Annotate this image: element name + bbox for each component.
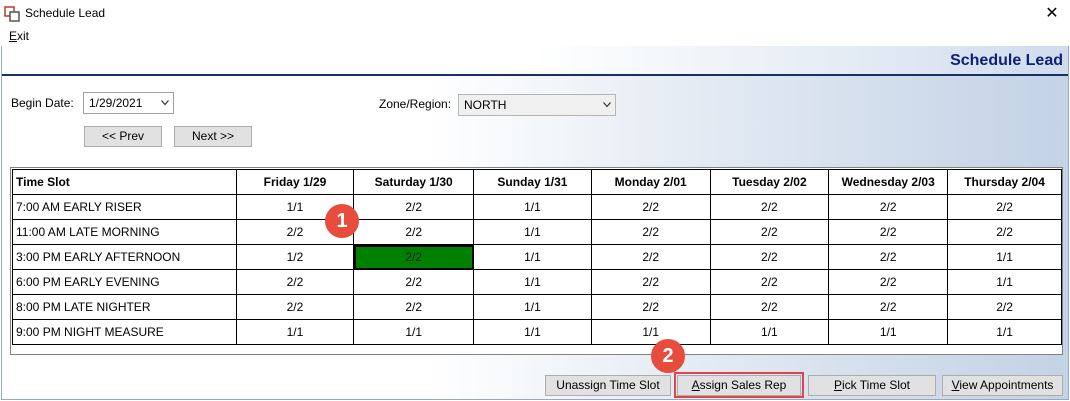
menu-exit[interactable]: Exit [9, 29, 29, 43]
chevron-down-icon [603, 102, 611, 108]
unassign-time-slot-button[interactable]: Unassign Time Slot [545, 375, 671, 396]
chevron-down-icon [161, 100, 169, 106]
selected-availability-cell[interactable]: 2/2 [353, 244, 475, 270]
column-header-day: Tuesday 2/02 [709, 169, 830, 195]
window-title: Schedule Lead [25, 6, 106, 20]
title-bar: Schedule Lead ✕ [0, 0, 1070, 28]
availability-cell[interactable]: 1/1 [590, 319, 711, 345]
availability-cell[interactable]: 1/1 [947, 319, 1062, 345]
time-slot-label: 6:00 PM EARLY EVENING [12, 269, 237, 295]
availability-cell[interactable]: 2/2 [590, 244, 711, 270]
view-appointments-button[interactable]: View Appointments [942, 375, 1063, 396]
availability-cell[interactable]: 2/2 [828, 244, 949, 270]
begin-date-value: 1/29/2021 [89, 96, 143, 110]
table-row[interactable]: 7:00 AM EARLY RISER 1/1 2/2 1/1 2/2 2/2 2/2 2/2 [12, 194, 1062, 220]
table-row[interactable]: 3:00 PM EARLY AFTERNOON 1/2 2/2 1/1 2/2 2/2 2/… [12, 244, 1062, 270]
availability-cell[interactable]: 2/2 [709, 194, 830, 220]
next-button[interactable]: Next >> [174, 126, 252, 147]
availability-cell[interactable]: 2/2 [947, 219, 1062, 245]
availability-cell[interactable]: 2/2 [235, 294, 355, 320]
availability-cell[interactable]: 1/1 [473, 244, 592, 270]
availability-cell[interactable]: 1/1 [473, 194, 592, 220]
zone-region-select[interactable]: NORTH [458, 94, 616, 116]
time-slot-label: 3:00 PM EARLY AFTERNOON [12, 244, 237, 270]
column-header-time-slot: Time Slot [12, 169, 237, 195]
availability-cell[interactable]: 1/1 [709, 319, 830, 345]
table-row[interactable]: 9:00 PM NIGHT MEASURE 1/1 1/1 1/1 1/1 1/1 1/1 1… [12, 319, 1062, 345]
availability-cell[interactable]: 1/1 [353, 319, 475, 345]
header-band: Schedule Lead [2, 46, 1068, 76]
column-header-day: Saturday 1/30 [353, 169, 475, 195]
column-header-day: Monday 2/01 [590, 169, 711, 195]
app-window-icon [4, 6, 20, 22]
availability-cell[interactable]: 2/2 [590, 194, 711, 220]
zone-region-value: NORTH [464, 98, 507, 112]
availability-cell[interactable]: 2/2 [828, 219, 949, 245]
availability-cell[interactable]: 2/2 [353, 269, 475, 295]
column-header-day: Friday 1/29 [235, 169, 355, 195]
time-slot-label: 8:00 PM LATE NIGHTER [12, 294, 237, 320]
availability-cell[interactable]: 2/2 [235, 269, 355, 295]
assign-button-highlight [674, 372, 804, 398]
schedule-grid: Time Slot Friday 1/29 Saturday 1/30 Sunday … [10, 167, 1063, 355]
availability-cell[interactable]: 1/1 [235, 319, 355, 345]
schedule-table: Time Slot Friday 1/29 Saturday 1/30 Sunday … [12, 169, 1062, 345]
time-slot-label: 11:00 AM LATE MORNING [12, 219, 237, 245]
availability-cell[interactable]: 2/2 [828, 294, 949, 320]
menu-bar: Exit [0, 28, 1070, 46]
availability-cell[interactable]: 2/2 [709, 219, 830, 245]
availability-cell[interactable]: 2/2 [709, 294, 830, 320]
close-icon: ✕ [1045, 5, 1059, 22]
zone-region-label: Zone/Region: [379, 97, 452, 111]
begin-date-picker[interactable]: 1/29/2021 [83, 92, 174, 114]
time-slot-label: 7:00 AM EARLY RISER [12, 194, 237, 220]
availability-cell[interactable]: 2/2 [353, 294, 475, 320]
availability-cell[interactable]: 2/2 [590, 219, 711, 245]
availability-cell[interactable]: 2/2 [947, 194, 1062, 220]
availability-cell[interactable]: 2/2 [828, 269, 949, 295]
pick-time-slot-button[interactable]: Pick Time Slot [808, 375, 936, 396]
column-header-day: Sunday 1/31 [473, 169, 592, 195]
grid-header-row: Time Slot Friday 1/29 Saturday 1/30 Sunday … [12, 169, 1062, 195]
prev-button[interactable]: << Prev [84, 126, 162, 147]
callout-marker-1: 1 [325, 204, 359, 238]
availability-cell[interactable]: 2/2 [353, 194, 475, 220]
availability-cell[interactable]: 2/2 [353, 219, 475, 245]
table-row[interactable]: 8:00 PM LATE NIGHTER 2/2 2/2 1/1 2/2 2/2 2/2 2/… [12, 294, 1062, 320]
callout-marker-2: 2 [651, 339, 685, 373]
close-button[interactable]: ✕ [1042, 3, 1062, 23]
availability-cell[interactable]: 1/1 [473, 269, 592, 295]
availability-cell[interactable]: 1/1 [947, 269, 1062, 295]
availability-cell[interactable]: 1/1 [473, 319, 592, 345]
availability-cell[interactable]: 2/2 [590, 294, 711, 320]
availability-cell[interactable]: 2/2 [947, 294, 1062, 320]
availability-cell[interactable]: 2/2 [590, 269, 711, 295]
column-header-day: Wednesday 2/03 [828, 169, 949, 195]
client-area: Schedule Lead Begin Date: 1/29/2021 Zone… [1, 46, 1069, 400]
availability-cell[interactable]: 1/1 [828, 319, 949, 345]
table-row[interactable]: 11:00 AM LATE MORNING 2/2 2/2 1/1 2/2 2/2 2/2 2… [12, 219, 1062, 245]
availability-cell[interactable]: 1/1 [473, 294, 592, 320]
availability-cell[interactable]: 2/2 [828, 194, 949, 220]
availability-cell[interactable]: 1/1 [473, 219, 592, 245]
begin-date-label: Begin Date: [11, 96, 74, 110]
column-header-day: Thursday 2/04 [947, 169, 1062, 195]
availability-cell[interactable]: 1/2 [235, 244, 355, 270]
table-row[interactable]: 6:00 PM EARLY EVENING 2/2 2/2 1/1 2/2 2/2 2/2 1… [12, 269, 1062, 295]
availability-cell[interactable]: 1/1 [947, 244, 1062, 270]
time-slot-label: 9:00 PM NIGHT MEASURE [12, 319, 237, 345]
page-title: Schedule Lead [950, 52, 1063, 69]
availability-cell[interactable]: 2/2 [709, 244, 830, 270]
availability-cell[interactable]: 2/2 [709, 269, 830, 295]
